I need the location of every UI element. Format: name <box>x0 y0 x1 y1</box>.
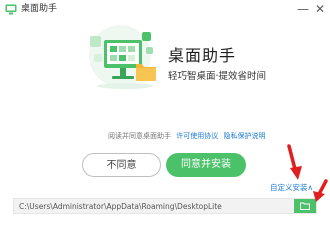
red-arrow-to-custom-install-icon <box>287 144 302 180</box>
app-logo-icon <box>5 4 17 15</box>
agreement-line: 阅读并同意桌面助手 许可使用协议 隐私保护说明 <box>108 131 265 141</box>
hero-title: 桌面助手 <box>168 46 237 65</box>
agreement-prefix: 阅读并同意桌面助手 <box>108 132 171 140</box>
install-path-row <box>13 198 317 214</box>
custom-install-toggle[interactable]: 自定义安装∧ <box>270 183 313 193</box>
browse-folder-button[interactable] <box>294 199 316 213</box>
title-bar: 桌面助手 — ✕ <box>0 0 330 20</box>
installer-window: 桌面助手 — ✕ 桌面助手 轻巧智桌面·提效省时间 阅读并同意桌面助手 许可使用… <box>0 0 330 220</box>
decline-button[interactable]: 不同意 <box>82 153 161 177</box>
privacy-policy-link[interactable]: 隐私保护说明 <box>223 132 265 140</box>
close-button[interactable]: ✕ <box>312 1 328 17</box>
minimize-button[interactable]: — <box>295 1 311 17</box>
install-path-input[interactable] <box>19 201 289 212</box>
hero-subtitle: 轻巧智桌面·提效省时间 <box>168 71 267 82</box>
accept-install-button[interactable]: 同意并安装 <box>166 153 246 177</box>
window-title: 桌面助手 <box>21 4 58 14</box>
folder-icon <box>300 202 310 210</box>
license-agreement-link[interactable]: 许可使用协议 <box>176 132 218 140</box>
desktop-monitor-illustration-icon <box>89 25 156 89</box>
